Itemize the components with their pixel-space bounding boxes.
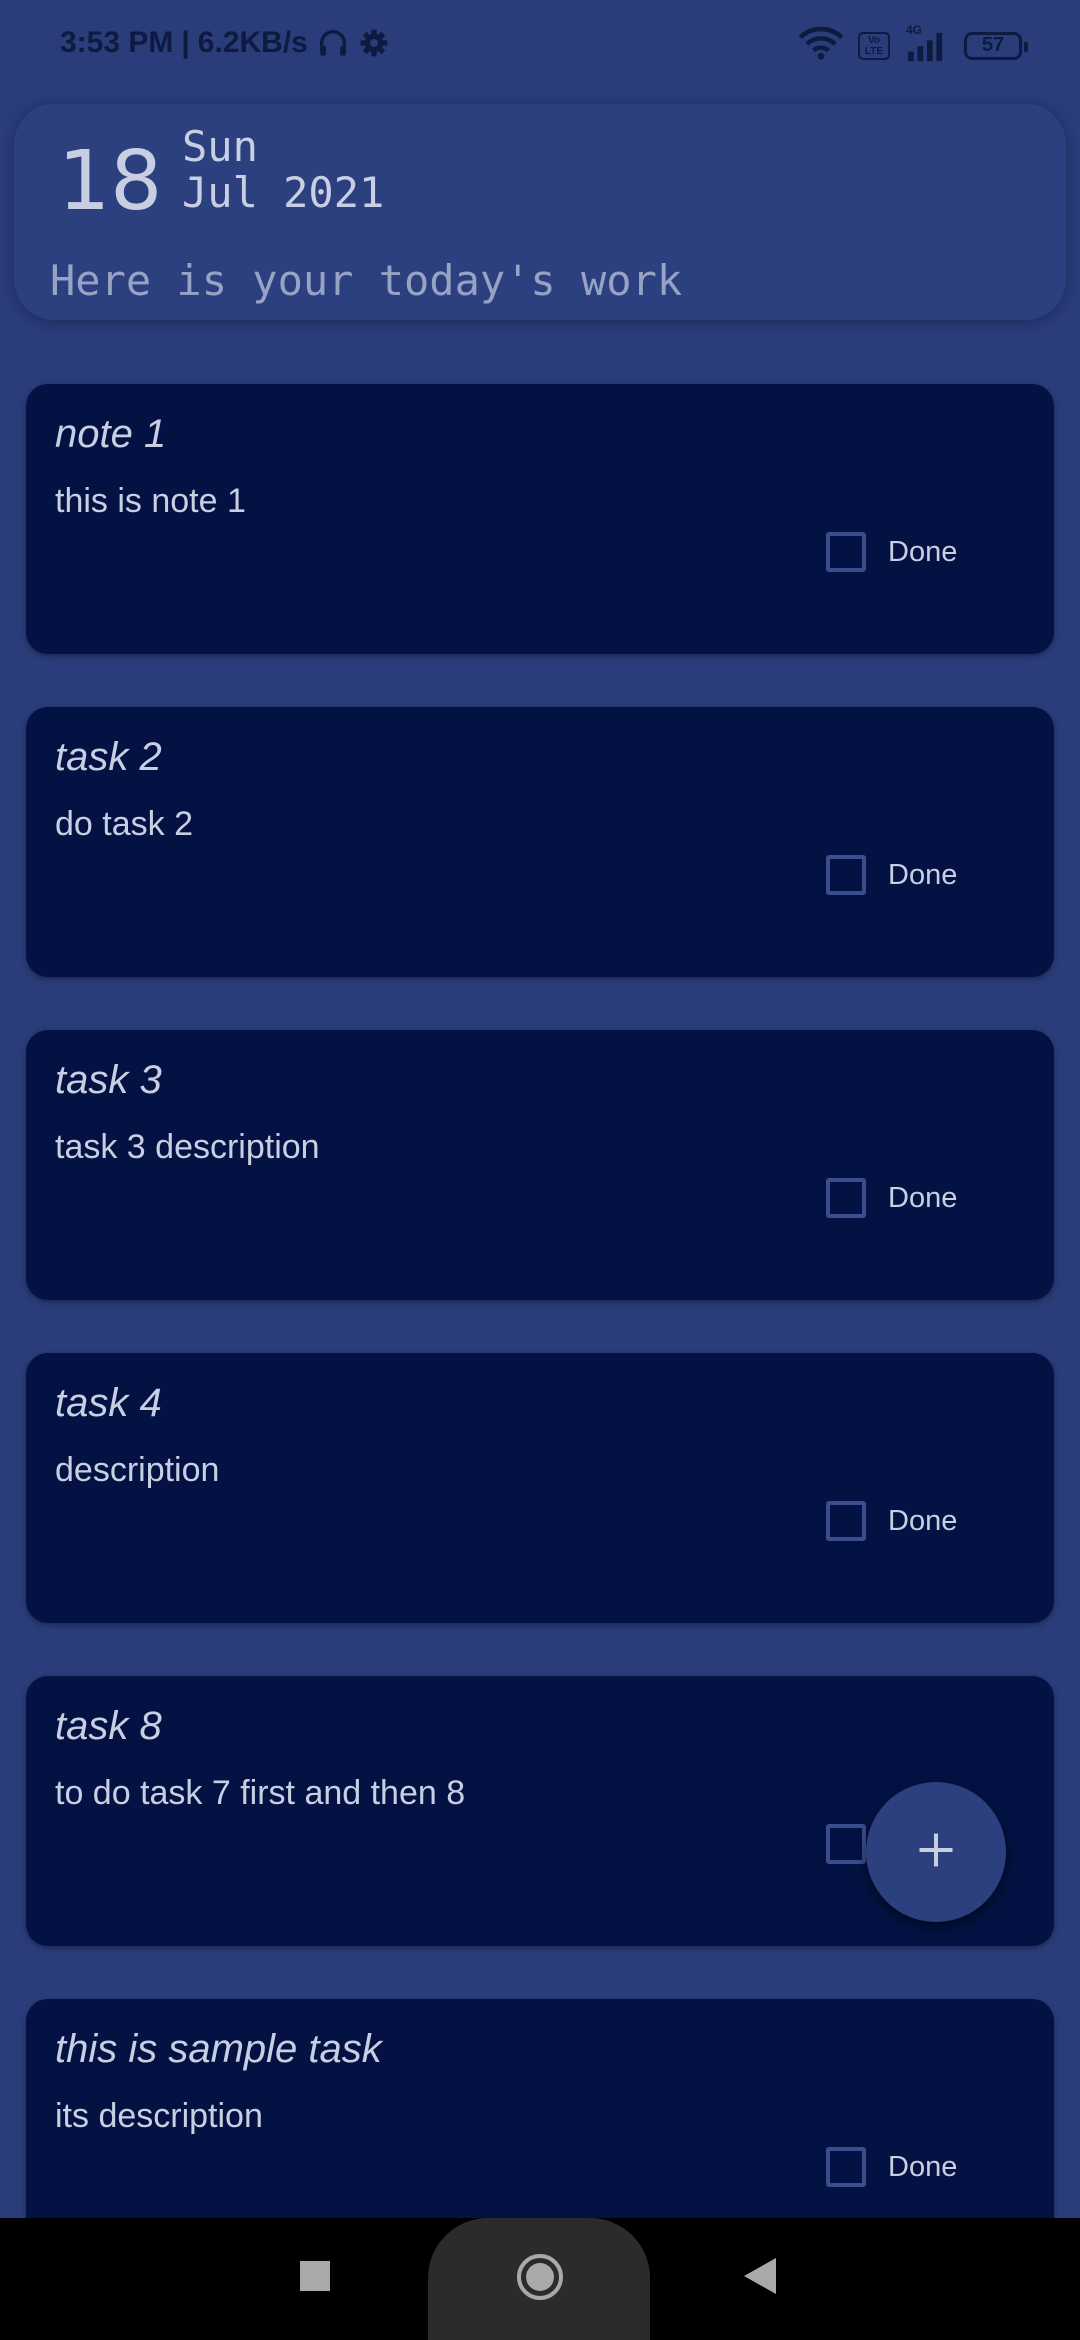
done-label: Done bbox=[888, 1504, 958, 1537]
task-description: task 3 description bbox=[55, 1128, 320, 1166]
battery-level: 57 bbox=[981, 34, 1005, 56]
done-checkbox[interactable] bbox=[826, 1824, 866, 1864]
wifi-icon bbox=[798, 26, 844, 65]
task-list: note 1 this is note 1 Done task 2 do tas… bbox=[26, 384, 1054, 2322]
volte-top: Vo bbox=[867, 34, 881, 46]
date-month-year: Jul 2021 bbox=[182, 168, 385, 217]
status-left: 3:53 PM | 6.2KB/s bbox=[60, 26, 390, 60]
task-description: to do task 7 first and then 8 bbox=[55, 1774, 466, 1812]
task-card[interactable]: note 1 this is note 1 Done bbox=[26, 384, 1054, 654]
done-label: Done bbox=[888, 1181, 958, 1214]
task-title: task 4 bbox=[55, 1381, 162, 1425]
signal-icon: 4G bbox=[904, 23, 950, 63]
task-title: task 3 bbox=[55, 1058, 162, 1102]
date-header-card: 18 Sun Jul 2021 Here is your today's wor… bbox=[14, 104, 1066, 320]
done-toggle[interactable]: Done bbox=[826, 2147, 957, 2187]
headphones-icon bbox=[316, 26, 350, 60]
task-description: description bbox=[55, 1451, 220, 1489]
task-card[interactable]: task 4 description Done bbox=[26, 1353, 1054, 1623]
volte-bottom: LTE bbox=[864, 45, 884, 57]
task-title: this is sample task bbox=[55, 2027, 382, 2071]
recents-button[interactable] bbox=[285, 2248, 345, 2308]
done-toggle[interactable]: Done bbox=[826, 1178, 957, 1218]
done-checkbox[interactable] bbox=[826, 532, 866, 572]
status-bar: 3:53 PM | 6.2KB/s Vo LTE 4G 57 bbox=[0, 0, 1080, 92]
task-title: task 8 bbox=[55, 1704, 162, 1748]
task-description: this is note 1 bbox=[55, 482, 246, 520]
status-right: Vo LTE 4G 57 bbox=[798, 23, 1028, 65]
task-card[interactable]: task 2 do task 2 Done bbox=[26, 707, 1054, 977]
done-label: Done bbox=[888, 858, 958, 891]
battery-icon: 57 bbox=[964, 31, 1028, 60]
recents-square-icon bbox=[300, 2260, 330, 2296]
done-checkbox[interactable] bbox=[826, 1178, 866, 1218]
back-triangle-icon bbox=[744, 2257, 776, 2299]
done-label: Done bbox=[888, 535, 958, 568]
done-toggle[interactable]: Done bbox=[826, 855, 957, 895]
task-card[interactable]: task 3 task 3 description Done bbox=[26, 1030, 1054, 1300]
done-toggle[interactable]: Done bbox=[826, 532, 957, 572]
network-speed: 6.2KB/s bbox=[197, 26, 308, 59]
status-separator: | bbox=[181, 26, 190, 59]
done-checkbox[interactable] bbox=[826, 2147, 866, 2187]
done-label: Done bbox=[888, 2150, 958, 2183]
task-title: note 1 bbox=[55, 412, 167, 456]
add-task-button[interactable] bbox=[866, 1782, 1006, 1922]
header-subtitle: Here is your today's work bbox=[50, 256, 683, 305]
task-title: task 2 bbox=[55, 735, 162, 779]
back-button[interactable] bbox=[730, 2248, 790, 2308]
date-weekday: Sun bbox=[182, 122, 258, 171]
volte-icon: Vo LTE bbox=[858, 31, 890, 60]
done-toggle[interactable]: Done bbox=[826, 1501, 957, 1541]
date-day: 18 bbox=[58, 134, 163, 229]
gear-icon bbox=[358, 27, 390, 59]
home-circle-icon bbox=[515, 2252, 565, 2307]
plus-icon bbox=[914, 1828, 958, 1877]
home-button[interactable] bbox=[509, 2248, 571, 2310]
done-checkbox[interactable] bbox=[826, 855, 866, 895]
done-checkbox[interactable] bbox=[826, 1501, 866, 1541]
task-description: its description bbox=[55, 2097, 263, 2135]
status-time: 3:53 PM bbox=[60, 26, 174, 59]
task-description: do task 2 bbox=[55, 805, 193, 843]
